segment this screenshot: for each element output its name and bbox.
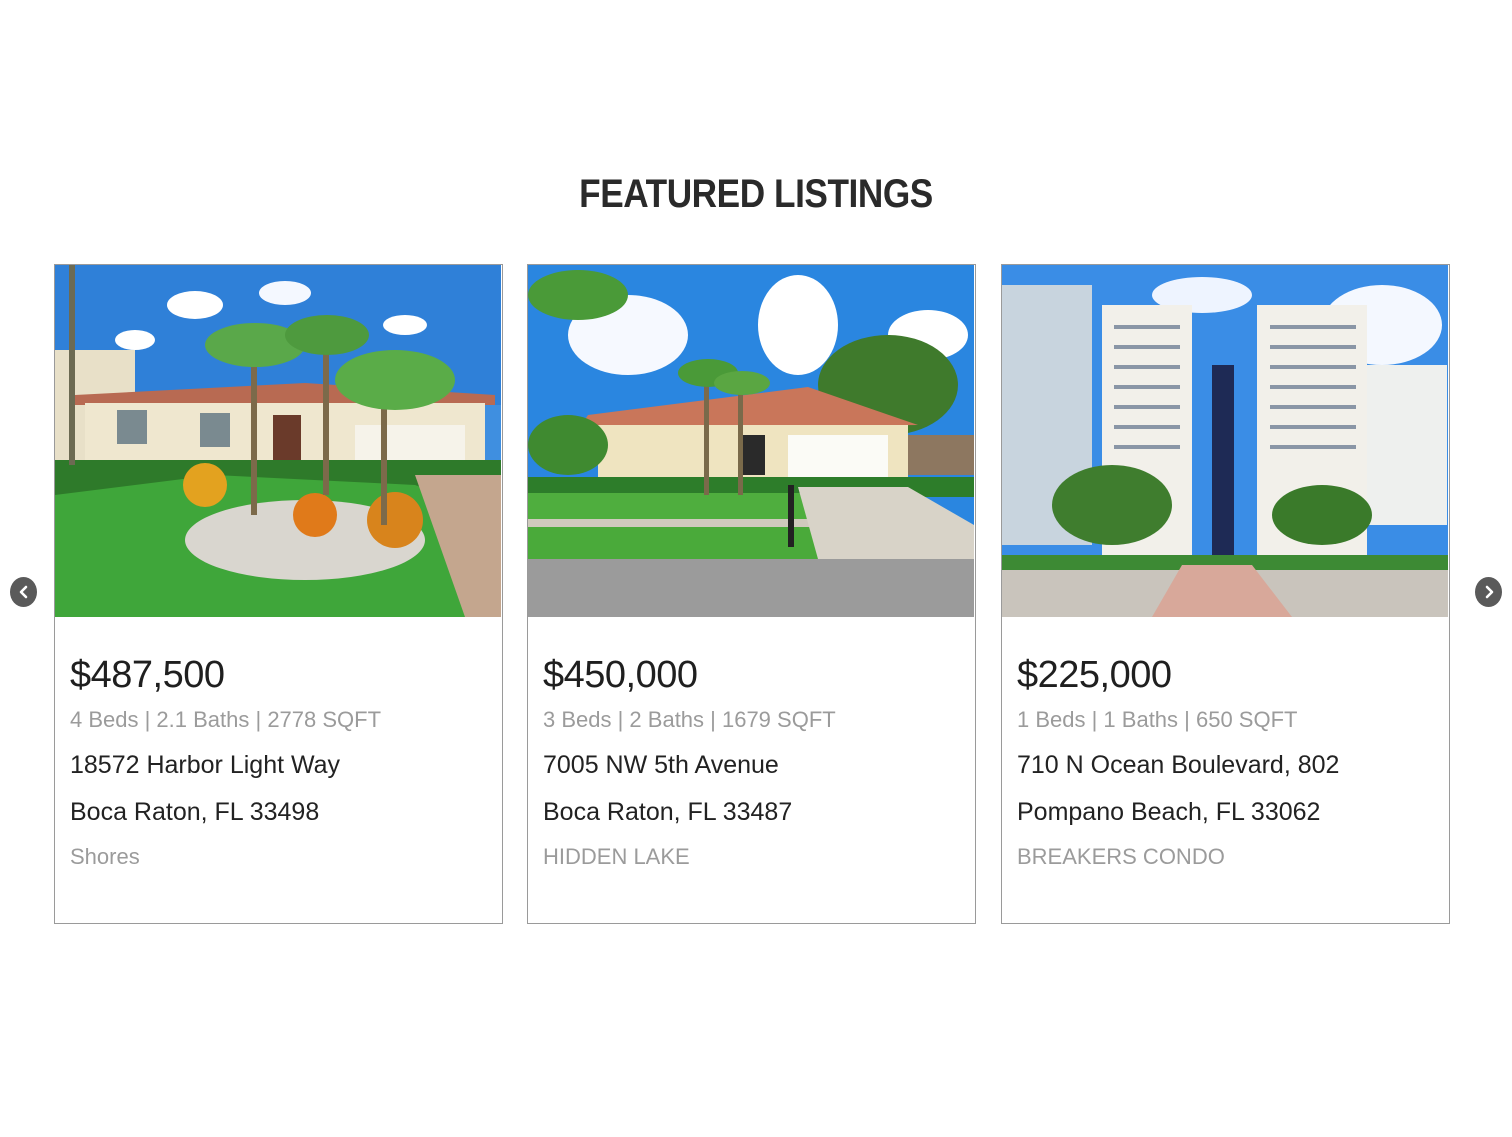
listing-street: 18572 Harbor Light Way (70, 751, 341, 779)
listing-price: $450,000 (543, 654, 698, 696)
listing-street: 710 N Ocean Boulevard, 802 (1017, 751, 1340, 779)
listing-subdivision: Shores (70, 844, 140, 869)
chevron-right-icon (1485, 585, 1493, 599)
listing-info: $487,500 4 Beds | 2.1 Baths | 2778 SQFT … (70, 649, 492, 872)
listing-card[interactable]: $487,500 4 Beds | 2.1 Baths | 2778 SQFT … (54, 264, 503, 924)
condo-tower-photo[interactable] (1002, 265, 1448, 617)
listing-info: $450,000 3 Beds | 2 Baths | 1679 SQFT 70… (543, 649, 965, 872)
listing-city: Boca Raton, FL 33487 (543, 798, 793, 826)
house-with-palms-photo[interactable] (55, 265, 501, 617)
listing-info: $225,000 1 Beds | 1 Baths | 650 SQFT 710… (1017, 649, 1439, 872)
ranch-house-photo[interactable] (528, 265, 974, 617)
listing-city: Boca Raton, FL 33498 (70, 798, 320, 826)
listing-price: $487,500 (70, 654, 225, 696)
listing-specs: 3 Beds | 2 Baths | 1679 SQFT (543, 707, 836, 732)
chevron-left-icon (19, 585, 27, 599)
listing-city: Pompano Beach, FL 33062 (1017, 798, 1321, 826)
listing-subdivision: BREAKERS CONDO (1017, 844, 1225, 869)
listing-street: 7005 NW 5th Avenue (543, 751, 779, 779)
listing-specs: 1 Beds | 1 Baths | 650 SQFT (1017, 707, 1298, 732)
listing-specs: 4 Beds | 2.1 Baths | 2778 SQFT (70, 707, 382, 732)
listing-subdivision: HIDDEN LAKE (543, 844, 690, 869)
listing-price: $225,000 (1017, 654, 1172, 696)
featured-listings-section: FEATURED LISTINGS $487,500 4 Beds | 2.1 … (0, 0, 1512, 1137)
listing-card[interactable]: $450,000 3 Beds | 2 Baths | 1679 SQFT 70… (527, 264, 976, 924)
carousel-next-button[interactable] (1475, 577, 1502, 607)
carousel-prev-button[interactable] (10, 577, 37, 607)
section-title: FEATURED LISTINGS (579, 172, 933, 216)
listing-card[interactable]: $225,000 1 Beds | 1 Baths | 650 SQFT 710… (1001, 264, 1450, 924)
